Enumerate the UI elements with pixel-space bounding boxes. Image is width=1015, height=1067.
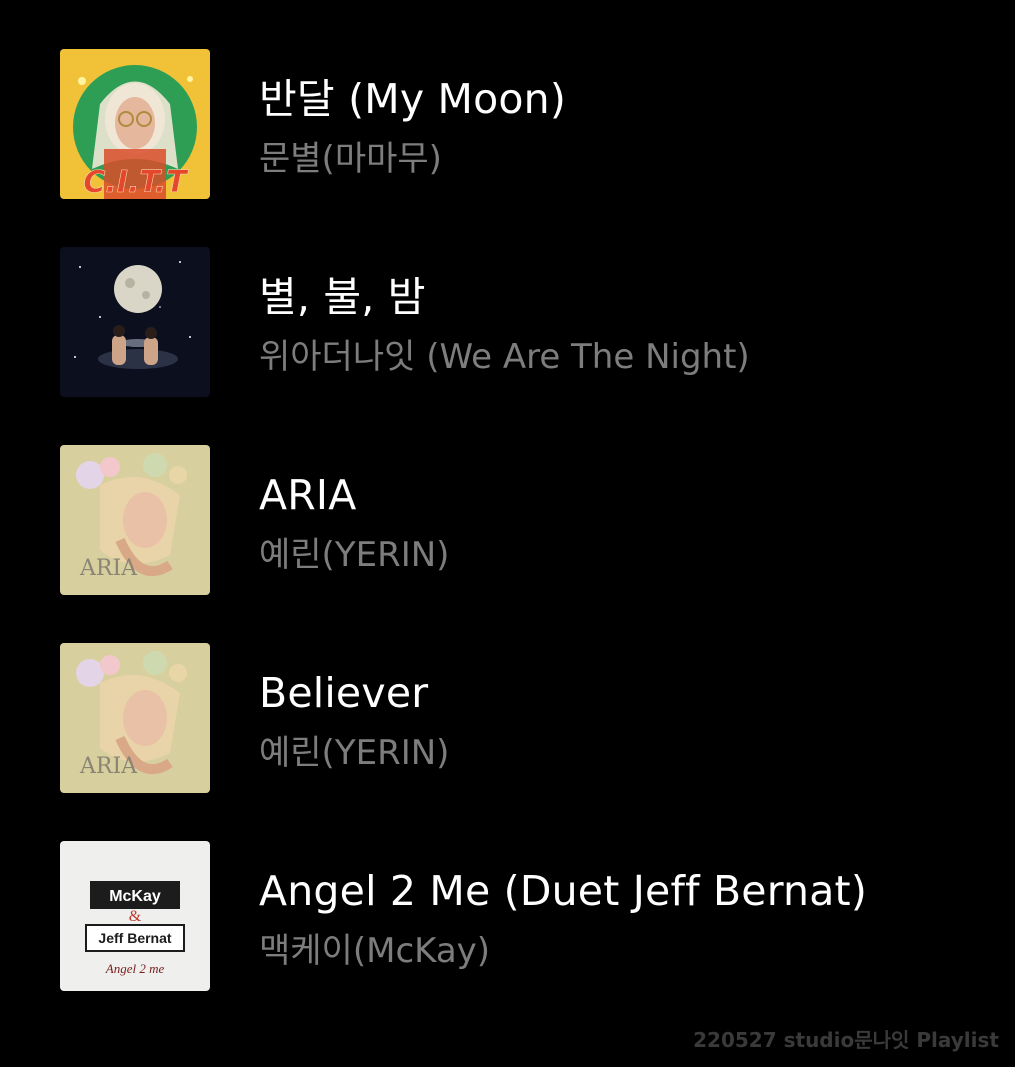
track-row[interactable]: 별, 불, 밤 위아더나잇 (We Are The Night): [0, 247, 1015, 399]
album-cover: [60, 247, 210, 397]
cover-text: McKay: [109, 888, 161, 905]
cover-text: C.I.T.T: [83, 165, 189, 199]
cover-text: ARIA: [79, 754, 138, 779]
cover-text: Jeff Bernat: [98, 930, 171, 946]
album-cover-art: ARIA: [60, 445, 210, 595]
album-cover-art: [60, 247, 210, 397]
track-artist: 예린(YERIN): [259, 733, 450, 773]
watermark: 220527 studio문나잇 Playlist: [693, 1028, 999, 1052]
album-cover-art: C.I.T.T: [60, 49, 210, 199]
album-cover-art: ARIA: [60, 643, 210, 793]
track-row[interactable]: C.I.T.T 반달 (My Moon) 문별(마마무): [0, 49, 1015, 201]
track-row[interactable]: ARIA ARIA 예린(YERIN): [0, 445, 1015, 597]
track-title: Angel 2 Me (Duet Jeff Bernat): [259, 867, 868, 915]
track-title: 반달 (My Moon): [259, 75, 567, 123]
album-cover: ARIA: [60, 445, 210, 595]
track-title: ARIA: [259, 471, 357, 519]
album-cover: ARIA: [60, 643, 210, 793]
track-title: 별, 불, 밤: [259, 273, 426, 321]
track-row[interactable]: McKay & Jeff Bernat Angel 2 me Angel 2 M…: [0, 841, 1015, 993]
cover-text: ARIA: [79, 556, 138, 581]
album-cover: C.I.T.T: [60, 49, 210, 199]
cover-text: Angel 2 me: [105, 961, 165, 976]
album-cover-art: McKay & Jeff Bernat Angel 2 me: [60, 841, 210, 991]
album-cover: McKay & Jeff Bernat Angel 2 me: [60, 841, 210, 991]
track-artist: 문별(마마무): [259, 139, 442, 179]
track-artist: 예린(YERIN): [259, 535, 450, 575]
cover-text: &: [129, 908, 142, 925]
track-artist: 맥케이(McKay): [259, 931, 491, 971]
track-title: Believer: [259, 669, 429, 717]
track-artist: 위아더나잇 (We Are The Night): [259, 337, 750, 377]
track-row[interactable]: ARIA Believer 예린(YERIN): [0, 643, 1015, 795]
